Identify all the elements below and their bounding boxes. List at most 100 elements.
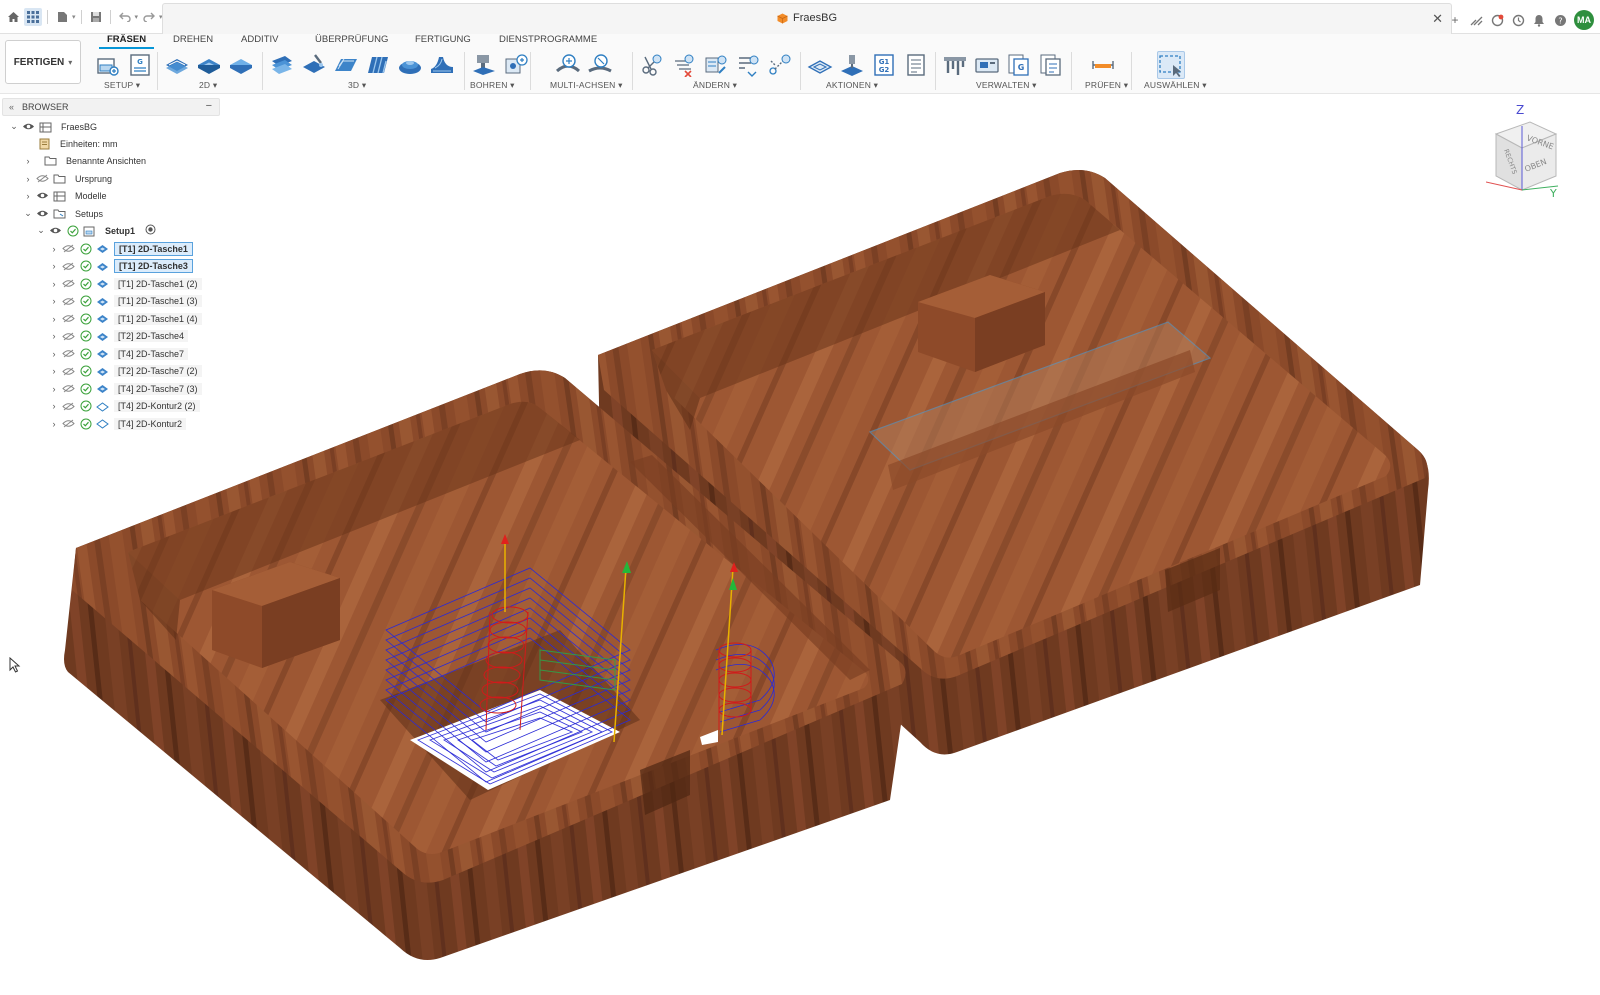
- active-radio-icon[interactable]: [145, 224, 156, 237]
- chevron-right-icon[interactable]: ›: [22, 174, 34, 184]
- 3d-pocket-icon[interactable]: [300, 51, 328, 79]
- tab-ueberpruefung[interactable]: ÜBERPRÜFUNG: [315, 34, 388, 45]
- machine-library-icon[interactable]: [973, 51, 1001, 79]
- tab-drehen[interactable]: DREHEN: [173, 34, 213, 45]
- aktionen-group-label[interactable]: AKTIONEN ▾: [826, 80, 878, 91]
- notifications-bell-icon[interactable]: [1532, 13, 1546, 27]
- 3d-parallel-icon[interactable]: [364, 51, 392, 79]
- chevron-down-icon[interactable]: ▾: [72, 13, 76, 21]
- generate-icon[interactable]: [806, 51, 834, 79]
- extensions-icon[interactable]: [1469, 13, 1483, 27]
- simulate-icon[interactable]: [838, 51, 866, 79]
- measure-icon[interactable]: [1089, 51, 1117, 79]
- eye-hidden-icon[interactable]: [60, 312, 77, 326]
- operation-row[interactable]: › [T1] 2D-Tasche1: [48, 240, 193, 257]
- operation-row[interactable]: › [T2] 2D-Tasche7 (2): [48, 363, 202, 380]
- operation-row[interactable]: › [T4] 2D-Kontur2 (2): [48, 398, 200, 415]
- 3d-contour-icon[interactable]: [332, 51, 360, 79]
- template-library-icon[interactable]: [1037, 51, 1065, 79]
- help-icon[interactable]: ?: [1553, 13, 1567, 27]
- eye-hidden-icon[interactable]: [60, 329, 77, 343]
- data-panel-grid-icon[interactable]: [24, 8, 42, 26]
- operation-row[interactable]: › [T4] 2D-Kontur2: [48, 415, 187, 432]
- eye-hidden-icon[interactable]: [60, 294, 77, 308]
- chevron-down-icon[interactable]: ⌄: [8, 121, 20, 132]
- aendern-group-label[interactable]: ÄNDERN ▾: [693, 80, 737, 91]
- workspace-switcher-button[interactable]: FERTIGEN ▾: [5, 40, 81, 84]
- eye-visible-icon[interactable]: [34, 189, 51, 203]
- operation-row[interactable]: › [T1] 2D-Tasche1 (4): [48, 310, 202, 327]
- eye-visible-icon[interactable]: [20, 120, 37, 134]
- chevron-down-icon[interactable]: ▾: [135, 13, 139, 21]
- eye-hidden-icon[interactable]: [60, 364, 77, 378]
- eye-hidden-icon[interactable]: [60, 347, 77, 361]
- 2d-group-label[interactable]: 2D ▾: [199, 80, 217, 91]
- select-window-icon[interactable]: [1157, 51, 1185, 79]
- eye-hidden-icon[interactable]: [60, 399, 77, 413]
- 3d-group-label[interactable]: 3D ▾: [348, 80, 366, 91]
- home-icon[interactable]: [4, 8, 22, 26]
- drill-icon[interactable]: [470, 51, 498, 79]
- eye-hidden-icon[interactable]: [34, 172, 51, 186]
- chevron-right-icon[interactable]: ›: [48, 261, 60, 271]
- chevron-right-icon[interactable]: ›: [48, 314, 60, 324]
- document-tab[interactable]: FraesBG ✕: [162, 3, 1452, 34]
- 3d-adaptive-icon[interactable]: [268, 51, 296, 79]
- chevron-right-icon[interactable]: ›: [48, 419, 60, 429]
- online-status-icon[interactable]: [1511, 13, 1525, 27]
- job-status-icon[interactable]: [1490, 13, 1504, 27]
- eye-hidden-icon[interactable]: [60, 277, 77, 291]
- hole-recognition-icon[interactable]: [502, 51, 530, 79]
- close-icon[interactable]: ✕: [1432, 11, 1443, 27]
- auswaehlen-group-label[interactable]: AUSWÄHLEN ▾: [1144, 80, 1207, 91]
- bohren-group-label[interactable]: BOHREN ▾: [470, 80, 515, 91]
- chevron-right-icon[interactable]: ›: [22, 191, 34, 201]
- eye-visible-icon[interactable]: [34, 207, 51, 221]
- delete-toolpath-icon[interactable]: [670, 51, 698, 79]
- chevron-right-icon[interactable]: ›: [48, 366, 60, 376]
- multi-axis-contour-icon[interactable]: [586, 51, 614, 79]
- operation-row[interactable]: › [T1] 2D-Tasche1 (3): [48, 293, 202, 310]
- minimize-icon[interactable]: −: [206, 100, 212, 112]
- chevron-right-icon[interactable]: ›: [48, 244, 60, 254]
- tree-item-units[interactable]: Einheiten: mm: [36, 135, 122, 152]
- 3d-scallop-icon[interactable]: [396, 51, 424, 79]
- chevron-down-icon[interactable]: ⌄: [35, 225, 47, 236]
- 3d-viewport[interactable]: [0, 94, 1600, 995]
- new-tab-plus-icon[interactable]: +: [1448, 13, 1462, 27]
- file-menu-icon[interactable]: [53, 8, 71, 26]
- post-library-icon[interactable]: G: [1005, 51, 1033, 79]
- chevron-right-icon[interactable]: ›: [48, 349, 60, 359]
- chevron-right-icon[interactable]: ›: [48, 296, 60, 306]
- operation-row[interactable]: › [T4] 2D-Tasche7 (3): [48, 380, 202, 397]
- multi-axis-group-label[interactable]: MULTI-ACHSEN ▾: [550, 80, 623, 91]
- post-process-icon[interactable]: G1 G2: [870, 51, 898, 79]
- chevron-right-icon[interactable]: ›: [48, 331, 60, 341]
- tab-fraesen[interactable]: FRÄSEN: [98, 34, 155, 49]
- trim-toolpath-icon[interactable]: [638, 51, 666, 79]
- operation-row[interactable]: › [T4] 2D-Tasche7: [48, 345, 189, 362]
- setup-sheet-icon[interactable]: G: [126, 51, 154, 79]
- tree-item-setups[interactable]: ⌄ Setups: [22, 205, 107, 222]
- eye-hidden-icon[interactable]: [60, 242, 77, 256]
- operation-row[interactable]: › [T1] 2D-Tasche1 (2): [48, 275, 202, 292]
- browser-header[interactable]: « BROWSER −: [2, 98, 220, 116]
- tab-fertigung[interactable]: FERTIGUNG: [415, 34, 471, 45]
- tree-root[interactable]: ⌄ FraesBG: [8, 118, 101, 135]
- swarf-icon[interactable]: [554, 51, 582, 79]
- 3d-steep-shallow-icon[interactable]: [428, 51, 456, 79]
- tab-additiv[interactable]: ADDITIV: [241, 34, 278, 45]
- eye-hidden-icon[interactable]: [60, 259, 77, 273]
- chevron-right-icon[interactable]: ›: [48, 384, 60, 394]
- operation-row[interactable]: › [T2] 2D-Tasche4: [48, 328, 189, 345]
- tree-item-setup1[interactable]: ⌄ Setup1: [35, 222, 156, 239]
- tree-item-named-views[interactable]: › Benannte Ansichten: [22, 152, 150, 169]
- 2d-pocket-icon[interactable]: [195, 51, 223, 79]
- tree-item-models[interactable]: › Modelle: [22, 187, 111, 204]
- eye-hidden-icon[interactable]: [60, 382, 77, 396]
- 2d-adaptive-icon[interactable]: [163, 51, 191, 79]
- undo-icon[interactable]: [116, 8, 134, 26]
- save-icon[interactable]: [87, 8, 105, 26]
- chevron-down-icon[interactable]: ⌄: [22, 208, 34, 219]
- pruefen-group-label[interactable]: PRÜFEN ▾: [1085, 80, 1128, 91]
